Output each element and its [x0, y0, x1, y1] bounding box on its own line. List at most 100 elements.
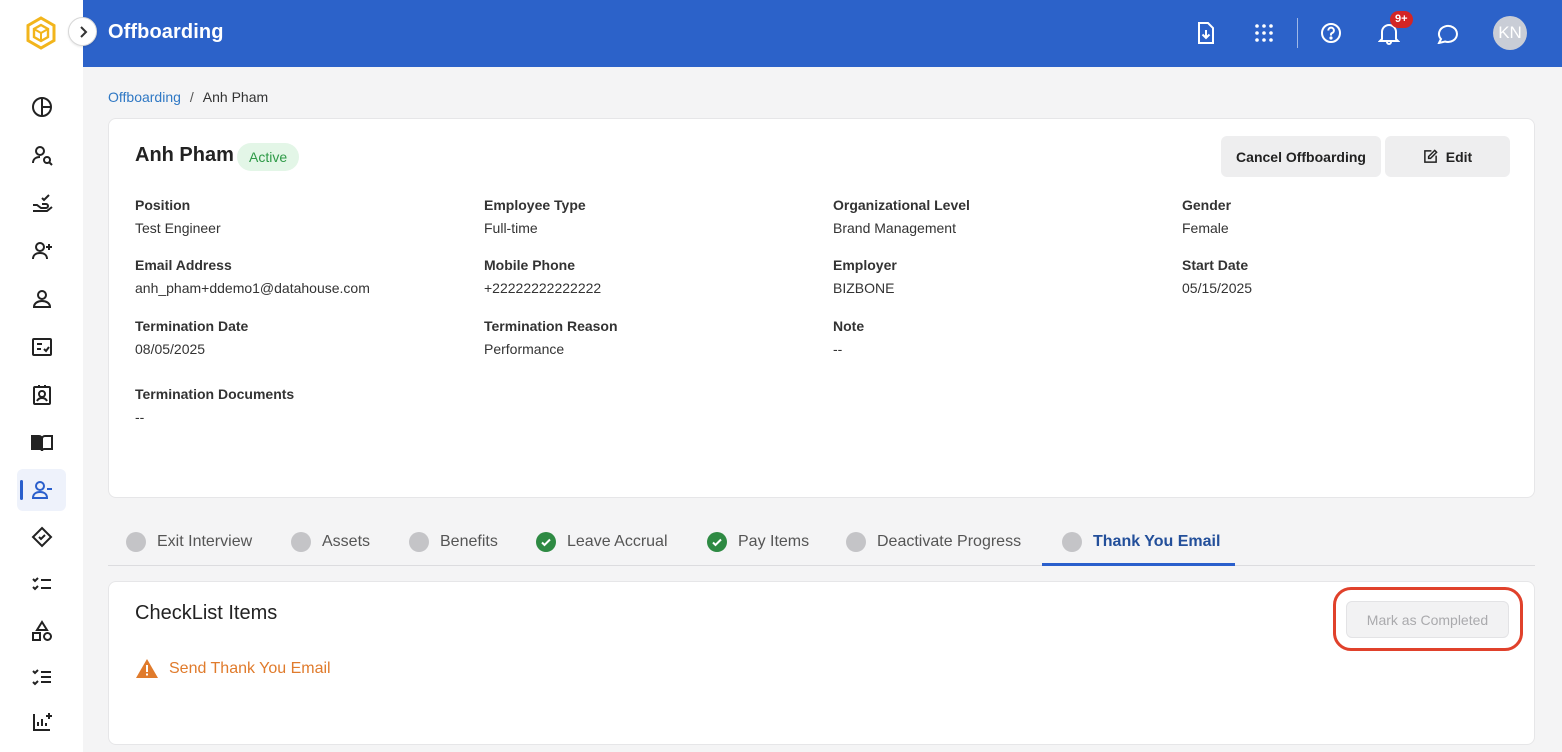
field-value: 08/05/2025: [135, 341, 206, 357]
warning-icon: [136, 659, 158, 678]
hand-check-icon: [32, 194, 53, 212]
offboarding-step-tabs: Exit Interview Assets Benefits Leave Acc…: [108, 518, 1535, 566]
field-label: Position: [135, 197, 191, 213]
user-plus-icon: [31, 242, 52, 260]
field-value: Full-time: [484, 220, 538, 236]
task-list-icon: [31, 669, 51, 686]
field-termination-documents: Termination Documents --: [135, 386, 294, 425]
help-icon[interactable]: [1318, 20, 1344, 46]
field-organizational-level: Organizational Level Brand Management: [833, 197, 970, 236]
status-badge: Active: [237, 143, 300, 171]
field-value: BIZBONE: [833, 280, 895, 296]
field-value: Female: [1182, 220, 1229, 236]
sidebar-item-approvals[interactable]: [17, 182, 66, 224]
field-email-address: Email Address anh_pham+ddemo1@datahouse.…: [135, 257, 370, 296]
topbar-divider: [1297, 18, 1298, 48]
field-value: 05/15/2025: [1182, 280, 1253, 296]
tab-label: Deactivate Progress: [877, 532, 1022, 550]
field-termination-reason: Termination Reason Performance: [484, 318, 618, 357]
field-label: Termination Date: [135, 318, 249, 334]
field-label: Gender: [1182, 197, 1232, 213]
sidebar-item-checklists[interactable]: [17, 563, 66, 605]
field-value: --: [135, 409, 145, 425]
pending-status-icon: [846, 531, 866, 552]
chat-bubble-icon[interactable]: [1435, 20, 1461, 46]
tab-assets[interactable]: Assets: [291, 518, 370, 565]
sidebar-item-employees[interactable]: [17, 278, 66, 320]
user-search-icon: [31, 146, 53, 166]
sidebar-item-directory[interactable]: [17, 374, 66, 416]
field-employee-type: Employee Type Full-time: [484, 197, 586, 236]
sidebar-toggle-button[interactable]: [68, 17, 97, 46]
contact-card-icon: [32, 385, 51, 405]
tab-exit-interview[interactable]: Exit Interview: [126, 518, 252, 565]
checklist-title: CheckList Items: [135, 602, 278, 624]
tab-label: Benefits: [440, 532, 498, 550]
field-value: Performance: [484, 341, 565, 357]
download-document-icon[interactable]: [1193, 20, 1219, 46]
book-icon: [30, 435, 53, 452]
checklist-item[interactable]: Send Thank You Email: [135, 658, 331, 679]
sidebar-item-handbook[interactable]: [17, 422, 66, 464]
sidebar-item-recruiting[interactable]: [17, 134, 66, 176]
sidebar-item-reviews[interactable]: [17, 656, 66, 698]
apps-grid-icon[interactable]: [1251, 20, 1277, 46]
tab-deactivate-progress[interactable]: Deactivate Progress: [846, 518, 1021, 565]
sidebar-item-benefits[interactable]: [17, 516, 66, 558]
checklist-item-label: Send Thank You Email: [169, 659, 331, 677]
field-label: Email Address: [135, 257, 232, 273]
breadcrumb-current: Anh Pham: [202, 89, 269, 105]
field-position: Position Test Engineer: [135, 197, 221, 236]
employee-name: Anh Pham: [135, 144, 234, 166]
field-note: Note --: [833, 318, 864, 357]
notification-badge: 9+: [1390, 11, 1413, 28]
field-label: Employer: [833, 257, 897, 273]
sidebar-item-offboarding[interactable]: [17, 469, 66, 511]
field-value: anh_pham+ddemo1@datahouse.com: [135, 280, 370, 296]
field-label: Employee Type: [484, 197, 586, 213]
field-label: Termination Documents: [135, 386, 295, 402]
hand-heart-icon: [31, 526, 52, 548]
edit-button[interactable]: Edit: [1385, 136, 1510, 177]
mark-as-completed-button[interactable]: Mark as Completed: [1346, 601, 1509, 638]
tab-label: Assets: [322, 532, 371, 550]
pending-status-icon: [291, 531, 311, 552]
tab-label: Pay Items: [738, 532, 810, 550]
sidebar-item-assets[interactable]: [17, 610, 66, 652]
breadcrumb-offboarding-link[interactable]: Offboarding: [108, 89, 181, 105]
pie-chart-icon: [31, 97, 52, 117]
employee-profile-card: Anh Pham Active Cancel Offboarding Edit …: [108, 118, 1535, 498]
tab-pay-items[interactable]: Pay Items: [707, 518, 809, 565]
check-circle-icon: [536, 531, 556, 552]
report-plus-icon: [32, 713, 52, 731]
field-value: --: [833, 341, 843, 357]
field-label: Start Date: [1182, 257, 1249, 273]
field-gender: Gender Female: [1182, 197, 1231, 236]
sidebar-item-dashboard[interactable]: [17, 86, 66, 128]
chevron-right-icon: [79, 25, 87, 38]
user-icon: [32, 290, 51, 308]
user-avatar[interactable]: KN: [1493, 16, 1527, 50]
field-label: Organizational Level: [833, 197, 970, 213]
field-value: Test Engineer: [135, 220, 221, 236]
tab-thank-you-email[interactable]: Thank You Email: [1062, 518, 1220, 565]
cancel-offboarding-button[interactable]: Cancel Offboarding: [1221, 136, 1381, 177]
shapes-icon: [31, 620, 52, 641]
pending-status-icon: [1062, 531, 1082, 552]
pending-status-icon: [126, 531, 146, 552]
edit-button-label: Edit: [1445, 148, 1473, 165]
sidebar: [0, 0, 83, 752]
field-label: Termination Reason: [484, 318, 618, 334]
tab-leave-accrual[interactable]: Leave Accrual: [536, 518, 668, 565]
sidebar-item-add-employee[interactable]: [17, 230, 66, 272]
sidebar-item-reports[interactable]: [17, 701, 66, 743]
tab-label: Exit Interview: [157, 532, 253, 550]
check-circle-icon: [707, 531, 727, 552]
top-bar: Offboarding 9+ KN: [83, 0, 1562, 67]
tab-benefits[interactable]: Benefits: [409, 518, 498, 565]
sidebar-item-tasks[interactable]: [17, 326, 66, 368]
breadcrumb-separator: /: [189, 89, 194, 105]
field-value: +22222222222222: [484, 280, 602, 296]
app-logo-icon[interactable]: [24, 16, 58, 50]
field-value: Brand Management: [833, 220, 956, 236]
